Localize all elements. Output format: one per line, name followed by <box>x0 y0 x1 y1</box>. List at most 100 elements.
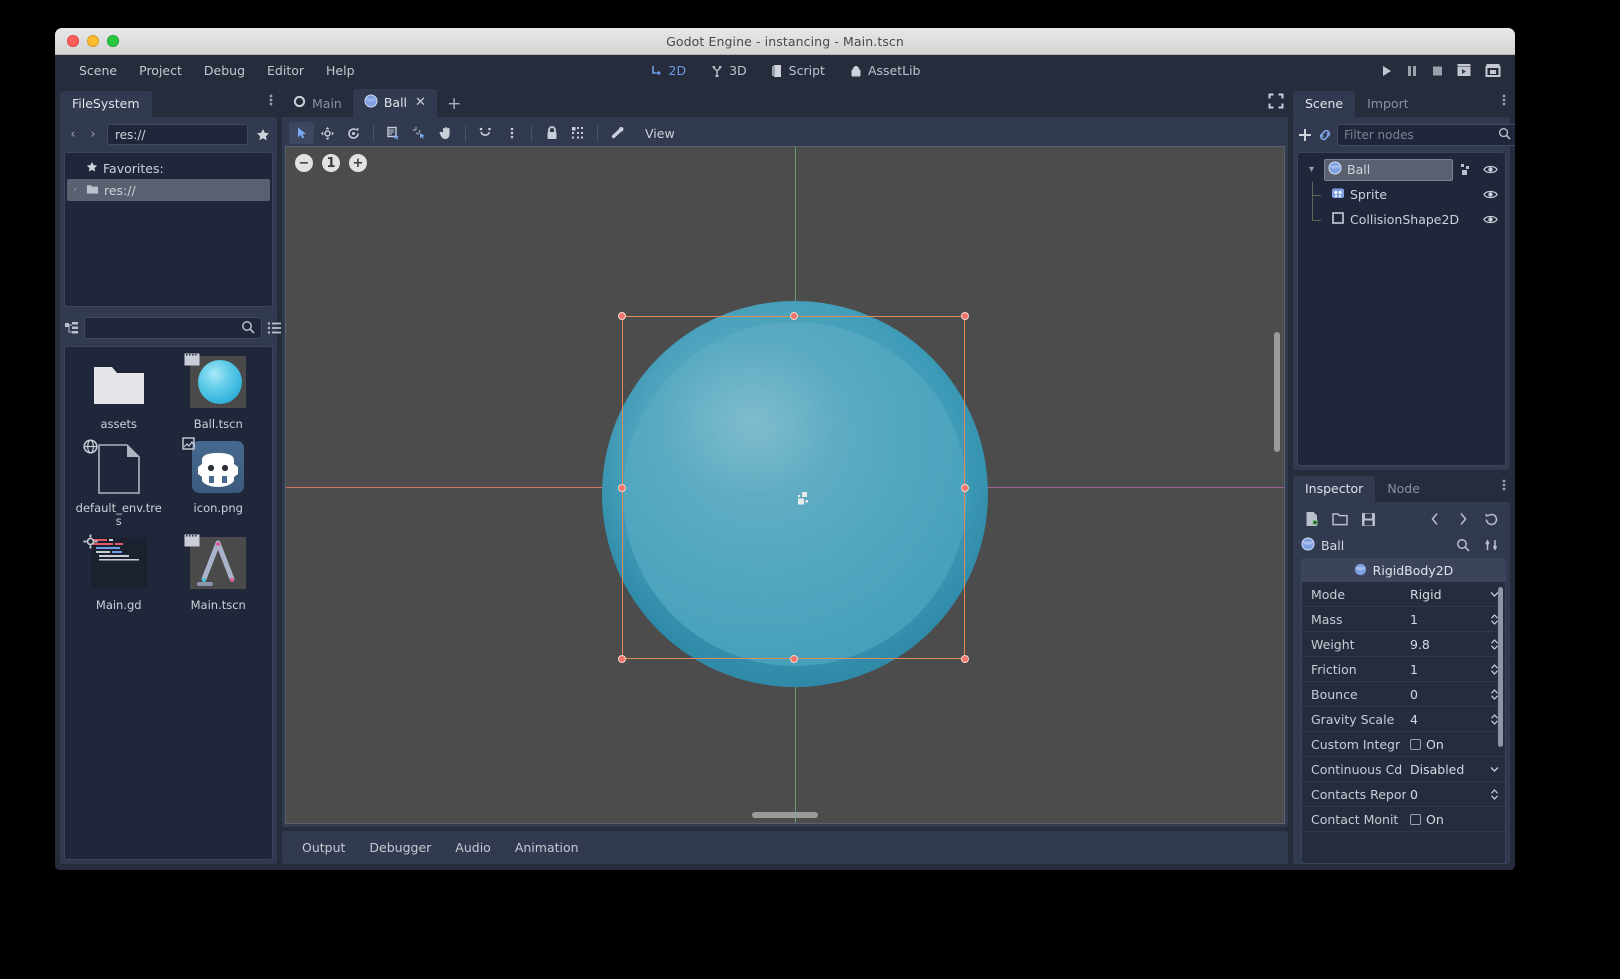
property-row-gravity-scale[interactable]: Gravity Scale 4 <box>1302 707 1505 732</box>
ruler-tool-button[interactable] <box>407 122 432 144</box>
node-visibility-icon[interactable] <box>1481 214 1499 225</box>
node-options-icon[interactable] <box>1458 164 1476 176</box>
selection-handle-top-center[interactable] <box>790 312 798 320</box>
scene-node-sprite[interactable]: Sprite <box>1300 182 1503 207</box>
pause-scene-button[interactable] <box>1406 64 1418 78</box>
scene-node-collisionshape2d[interactable]: CollisionShape2D <box>1300 207 1503 232</box>
chevron-right-icon[interactable] <box>1452 508 1474 530</box>
file-cell-ball-tscn[interactable]: Ball.tscn <box>169 355 269 431</box>
favorite-star-icon[interactable] <box>253 128 273 142</box>
zoom-reset-button[interactable]: 1 <box>322 154 340 172</box>
search-icon[interactable] <box>1452 534 1474 556</box>
inspector-dock-menu-icon[interactable] <box>1502 477 1506 496</box>
folder-open-icon[interactable] <box>1329 508 1351 530</box>
instance-scene-button[interactable] <box>1317 124 1333 146</box>
tab-2d[interactable]: 2D <box>642 60 695 81</box>
selection-handle-top-right[interactable] <box>961 312 969 320</box>
property-row-weight[interactable]: Weight 9.8 <box>1302 632 1505 657</box>
tab-assetlib[interactable]: AssetLib <box>841 60 929 81</box>
property-row-friction[interactable]: Friction 1 <box>1302 657 1505 682</box>
play-scene-button[interactable] <box>1456 63 1472 78</box>
property-row-bounce[interactable]: Bounce 0 <box>1302 682 1505 707</box>
node-visibility-icon[interactable] <box>1481 164 1499 175</box>
bottom-tab-audio[interactable]: Audio <box>445 835 501 860</box>
property-value[interactable]: 0 <box>1406 787 1505 802</box>
bottom-tab-animation[interactable]: Animation <box>505 835 589 860</box>
tab-3d[interactable]: 3D <box>702 60 755 81</box>
property-value[interactable]: 1 <box>1406 612 1505 627</box>
inspector-property-list[interactable]: RigidBody2D Mode Rigid <box>1301 558 1506 864</box>
nav-back-icon[interactable]: ‹ <box>64 125 82 145</box>
selection-handle-bottom-left[interactable] <box>618 655 626 663</box>
object-tools-icon[interactable] <box>1480 534 1502 556</box>
canvas-vertical-scrollbar[interactable] <box>1274 332 1280 452</box>
selection-handle-bottom-right[interactable] <box>961 655 969 663</box>
filesystem-search-input[interactable] <box>91 321 241 335</box>
tree-row-res[interactable]: › res:// <box>67 179 270 201</box>
split-mode-icon[interactable] <box>64 317 79 339</box>
property-row-mass[interactable]: Mass 1 <box>1302 607 1505 632</box>
property-value[interactable]: 0 <box>1406 687 1505 702</box>
bottom-tab-output[interactable]: Output <box>292 835 355 860</box>
property-value[interactable]: Rigid <box>1406 587 1505 602</box>
file-list-mode-icon[interactable] <box>267 317 282 339</box>
expand-caret-ball[interactable]: ▾ <box>1304 164 1319 175</box>
file-cell-icon-png[interactable]: icon.png <box>169 439 269 528</box>
selection-handle-middle-left[interactable] <box>618 484 626 492</box>
pan-tool-button[interactable] <box>433 122 458 144</box>
history-icon[interactable] <box>1480 508 1502 530</box>
scene-tab-ball[interactable]: Ball ✕ <box>353 89 437 117</box>
scene-tab-main[interactable]: Main <box>282 90 353 117</box>
rotate-tool-button[interactable] <box>341 122 366 144</box>
filesystem-search-field[interactable] <box>84 317 262 339</box>
filesystem-path-field[interactable]: res:// <box>107 124 248 145</box>
tree-caret-res[interactable]: › <box>73 185 81 195</box>
selection-handle-top-left[interactable] <box>618 312 626 320</box>
tab-script[interactable]: Script <box>763 60 833 81</box>
zoom-out-button[interactable]: − <box>295 154 313 172</box>
filter-nodes-input[interactable] <box>1344 128 1494 142</box>
add-node-button[interactable] <box>1297 124 1313 146</box>
property-value[interactable]: On <box>1406 812 1505 827</box>
group-button[interactable] <box>565 122 590 144</box>
scale-tool-button[interactable] <box>381 122 406 144</box>
chevron-down-icon[interactable] <box>1490 766 1505 772</box>
tab-filesystem[interactable]: FileSystem <box>60 91 152 117</box>
new-file-icon[interactable] <box>1301 508 1323 530</box>
filter-nodes-field[interactable] <box>1337 124 1515 146</box>
chevron-left-icon[interactable] <box>1424 508 1446 530</box>
floppy-disk-icon[interactable] <box>1357 508 1379 530</box>
tab-import[interactable]: Import <box>1355 91 1421 117</box>
view-menu-button[interactable]: View <box>636 123 684 144</box>
property-value[interactable]: 1 <box>1406 662 1505 677</box>
close-icon[interactable]: ✕ <box>415 95 426 110</box>
property-value[interactable]: On <box>1406 737 1505 752</box>
property-value[interactable]: 4 <box>1406 712 1505 727</box>
node-visibility-icon[interactable] <box>1481 189 1499 200</box>
snap-mode-button[interactable] <box>473 122 498 144</box>
play-project-button[interactable] <box>1380 64 1393 78</box>
file-cell-default-env[interactable]: default_env.tres <box>69 439 169 528</box>
move-tool-button[interactable] <box>315 122 340 144</box>
zoom-in-button[interactable]: + <box>349 154 367 172</box>
add-scene-tab-button[interactable]: + <box>437 94 471 117</box>
property-row-mode[interactable]: Mode Rigid <box>1302 582 1505 607</box>
scene-dock-menu-icon[interactable] <box>1502 92 1506 111</box>
spinner-arrows-icon[interactable] <box>1490 789 1505 800</box>
filesystem-menu-icon[interactable] <box>269 92 273 111</box>
property-row-contact-monitor[interactable]: Contact Monit On <box>1302 807 1505 832</box>
file-cell-main-gd[interactable]: Main.gd <box>69 536 169 612</box>
property-value[interactable]: 9.8 <box>1406 637 1505 652</box>
selection-handle-bottom-center[interactable] <box>790 655 798 663</box>
tree-row-favorites[interactable]: Favorites: <box>67 157 270 179</box>
filesystem-file-grid[interactable]: assets Ball.tscn <box>64 346 273 860</box>
menu-scene[interactable]: Scene <box>69 59 127 82</box>
property-value[interactable]: Disabled <box>1406 762 1505 777</box>
property-row-continuous-cd[interactable]: Continuous Cd Disabled <box>1302 757 1505 782</box>
scene-node-ball[interactable]: ▾ Ball <box>1300 157 1503 182</box>
menu-project[interactable]: Project <box>129 59 192 82</box>
bottom-tab-debugger[interactable]: Debugger <box>359 835 441 860</box>
filesystem-tree[interactable]: Favorites: › res:// <box>64 152 273 307</box>
inspector-scrollbar[interactable] <box>1498 587 1503 747</box>
menu-editor[interactable]: Editor <box>257 59 314 82</box>
